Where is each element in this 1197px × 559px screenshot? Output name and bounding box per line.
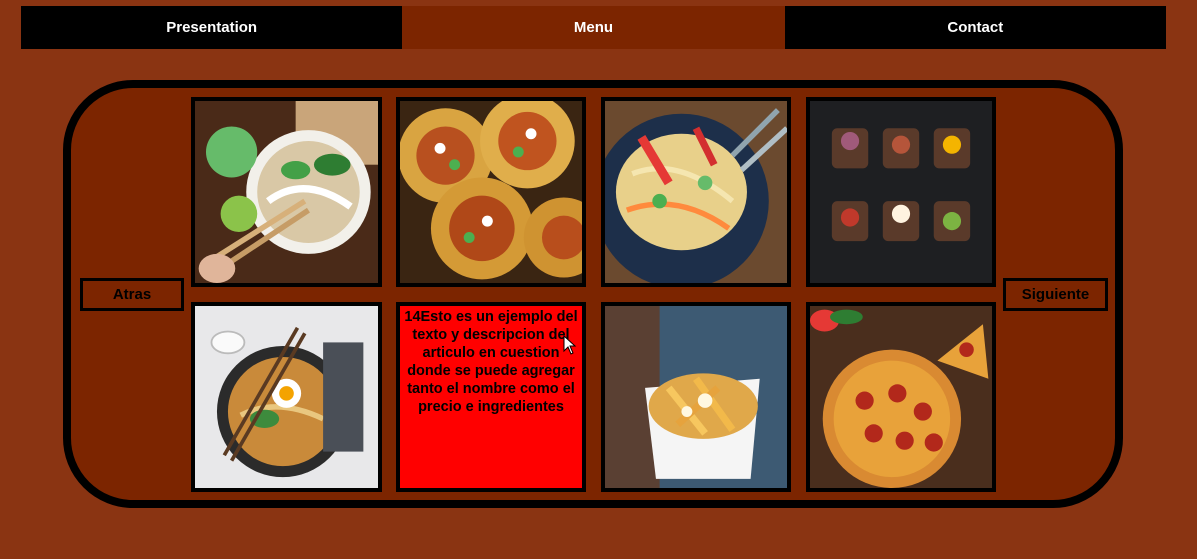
item-description: 14Esto es un ejemplo del texto y descrip… xyxy=(396,302,586,492)
nav-presentation[interactable]: Presentation xyxy=(21,6,403,49)
open-sandwiches-photo[interactable] xyxy=(806,97,996,287)
poutine-fries-icon xyxy=(605,306,787,488)
ramen-bowl-photo[interactable] xyxy=(191,302,382,492)
poutine-fries-photo[interactable] xyxy=(601,302,791,492)
pepperoni-pizza-photo[interactable] xyxy=(806,302,996,492)
nav-contact[interactable]: Contact xyxy=(784,6,1166,49)
papaya-salad-icon xyxy=(605,101,787,283)
top-navigation: Presentation Menu Contact xyxy=(21,6,1166,49)
tacos-photo[interactable] xyxy=(396,97,586,287)
papaya-salad-photo[interactable] xyxy=(601,97,791,287)
pho-noodle-soup-photo[interactable] xyxy=(191,97,382,287)
previous-button[interactable]: Atras xyxy=(80,278,184,311)
pepperoni-pizza-icon xyxy=(810,306,992,488)
mouse-pointer-icon xyxy=(563,335,577,355)
ramen-bowl-icon xyxy=(195,306,378,488)
pho-noodle-soup-icon xyxy=(195,101,378,283)
tacos-icon xyxy=(400,101,582,283)
open-sandwiches-icon xyxy=(810,101,992,283)
next-button[interactable]: Siguiente xyxy=(1003,278,1108,311)
nav-menu[interactable]: Menu xyxy=(402,6,785,49)
